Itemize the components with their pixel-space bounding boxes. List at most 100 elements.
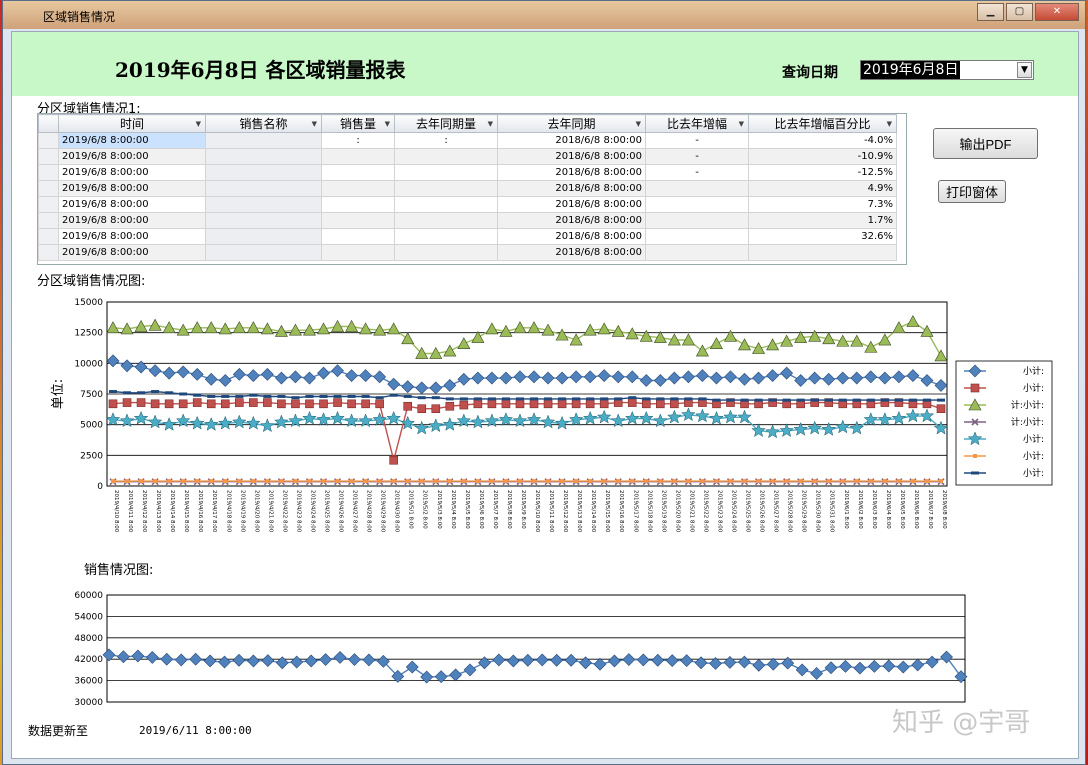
chart1-x-tick-label: 2019/4/25 8:00 [324,490,330,533]
chart1-point [347,394,356,398]
chart1-point [600,397,609,401]
chart1-x-tick-label: 2019/5/20 8:00 [674,490,680,533]
chart1-x-tick-label: 2019/5/30 8:00 [815,490,821,533]
chart1-x-tick-label: 2019/4/22 8:00 [281,490,287,533]
chart1-x-tick-label: 2019/4/19 8:00 [239,490,245,533]
chart1-legend-marker [971,471,979,475]
chart1-point [854,479,859,484]
chart1-point [572,397,581,401]
chart1-point [333,394,342,398]
chart2-y-tick-label: 60000 [74,591,103,601]
chart1-x-tick-label: 2019/4/26 8:00 [338,490,344,533]
chart1-x-tick-label: 2019/5/14 8:00 [590,490,596,533]
chart1-point [868,479,873,484]
chart1-point [910,479,915,484]
chart1-point [431,396,440,400]
chart1-point [517,479,522,484]
maximize-icon[interactable]: ▢ [1006,3,1033,21]
chart1-x-tick-label: 2019/5/26 8:00 [759,490,765,533]
chart1-x-tick-label: 2019/6/1 8:00 [843,490,849,529]
chart1-point [164,399,174,409]
chart1-point [602,479,607,484]
chart1-point [896,479,901,484]
chart1-point [403,401,413,411]
chart2-y-tick-label: 30000 [74,698,103,708]
chart1-x-tick-label: 2019/5/18 8:00 [646,490,652,533]
chart1-point [880,398,889,402]
chart1-point [894,398,903,402]
chart1-point [882,479,887,484]
chart1-point [557,399,567,409]
chart1-legend-marker [973,454,977,458]
chart1-point [220,399,230,409]
chart1-legend-label: 计:小计: [1011,399,1044,411]
chart1-point [670,399,679,409]
chart1-x-tick-label: 2019/4/21 8:00 [267,490,273,533]
chart1-point [447,479,452,484]
chart1-point [237,479,242,484]
chart1-x-tick-label: 2019/5/2 8:00 [422,490,428,529]
chart1-x-tick-label: 2019/6/8 8:00 [941,490,947,529]
chart1-x-tick-label: 2019/5/10 8:00 [534,490,540,533]
chart1-point [784,479,789,484]
chart1-point [543,399,553,409]
watermark: 知乎 @宇哥 [892,708,1031,738]
chart1-point [207,394,216,398]
chart1-point [852,398,861,402]
chart1-point [782,398,791,402]
chart1-point [546,479,551,484]
chart1-point [810,398,819,402]
chart2-y-tick-label: 36000 [74,677,103,687]
chart1-point [614,397,623,401]
chart1-point [111,479,115,484]
chart1-x-tick-label: 2019/6/7 8:00 [927,490,933,529]
chart1-x-tick-label: 2019/4/30 8:00 [394,490,400,533]
chart1-x-tick-label: 2019/5/12 8:00 [562,490,568,533]
data-updated-value: 2019/6/11 8:00:00 [139,724,252,737]
chart1-point [642,397,651,401]
chart1-y-tick-label: 5000 [80,421,103,431]
title-bar[interactable]: 区域销售情况 ▁ ▢ ✕ [3,1,1085,29]
chart1-point [714,479,719,484]
chart1-x-tick-label: 2019/5/15 8:00 [604,490,610,533]
chart1-point [922,398,931,402]
chart1-point [529,399,539,409]
chart1-point [193,393,202,397]
chart1-y-axis-label: 单位: [51,379,66,409]
chart1-point [139,479,144,484]
chart1-point [319,394,328,398]
chart1-x-tick-label: 2019/6/6 8:00 [913,490,919,529]
chart1-point [445,397,454,401]
chart1-x-tick-label: 2019/4/12 8:00 [141,490,147,533]
chart1-x-tick-label: 2019/5/11 8:00 [548,490,554,533]
minimize-icon[interactable]: ▁ [977,3,1004,21]
chart1-point [363,479,368,484]
chart1-point [740,398,749,402]
chart1-point [108,399,118,409]
chart2-y-tick-label: 48000 [74,634,103,644]
chart1-legend-marker [970,383,980,393]
close-icon[interactable]: ✕ [1035,3,1079,21]
chart1-x-tick-label: 2019/5/31 8:00 [829,490,835,533]
chart1-point [151,390,160,394]
chart1-point [473,397,482,401]
chart1-point [768,398,777,402]
chart1-x-tick-label: 2019/6/4 8:00 [885,490,891,529]
chart1-x-tick-label: 2019/4/28 8:00 [366,490,372,533]
chart1-x-tick-label: 2019/6/2 8:00 [857,490,863,529]
chart1-point [291,396,300,400]
chart2-y-tick-label: 42000 [74,655,103,665]
chart1-point [136,398,146,407]
chart1-point [630,479,635,484]
chart1-point [939,479,943,484]
chart1-point [137,391,146,395]
chart1-point [501,399,511,409]
chart1-x-tick-label: 2019/4/20 8:00 [253,490,259,533]
chart1-x-tick-label: 2019/6/3 8:00 [871,490,877,529]
chart1-point [403,394,412,398]
chart1-point [235,398,244,407]
chart1-point [796,398,805,402]
chart1-point [770,479,775,484]
chart1-x-tick-label: 2019/5/6 8:00 [478,490,484,529]
chart1-point [937,398,945,402]
